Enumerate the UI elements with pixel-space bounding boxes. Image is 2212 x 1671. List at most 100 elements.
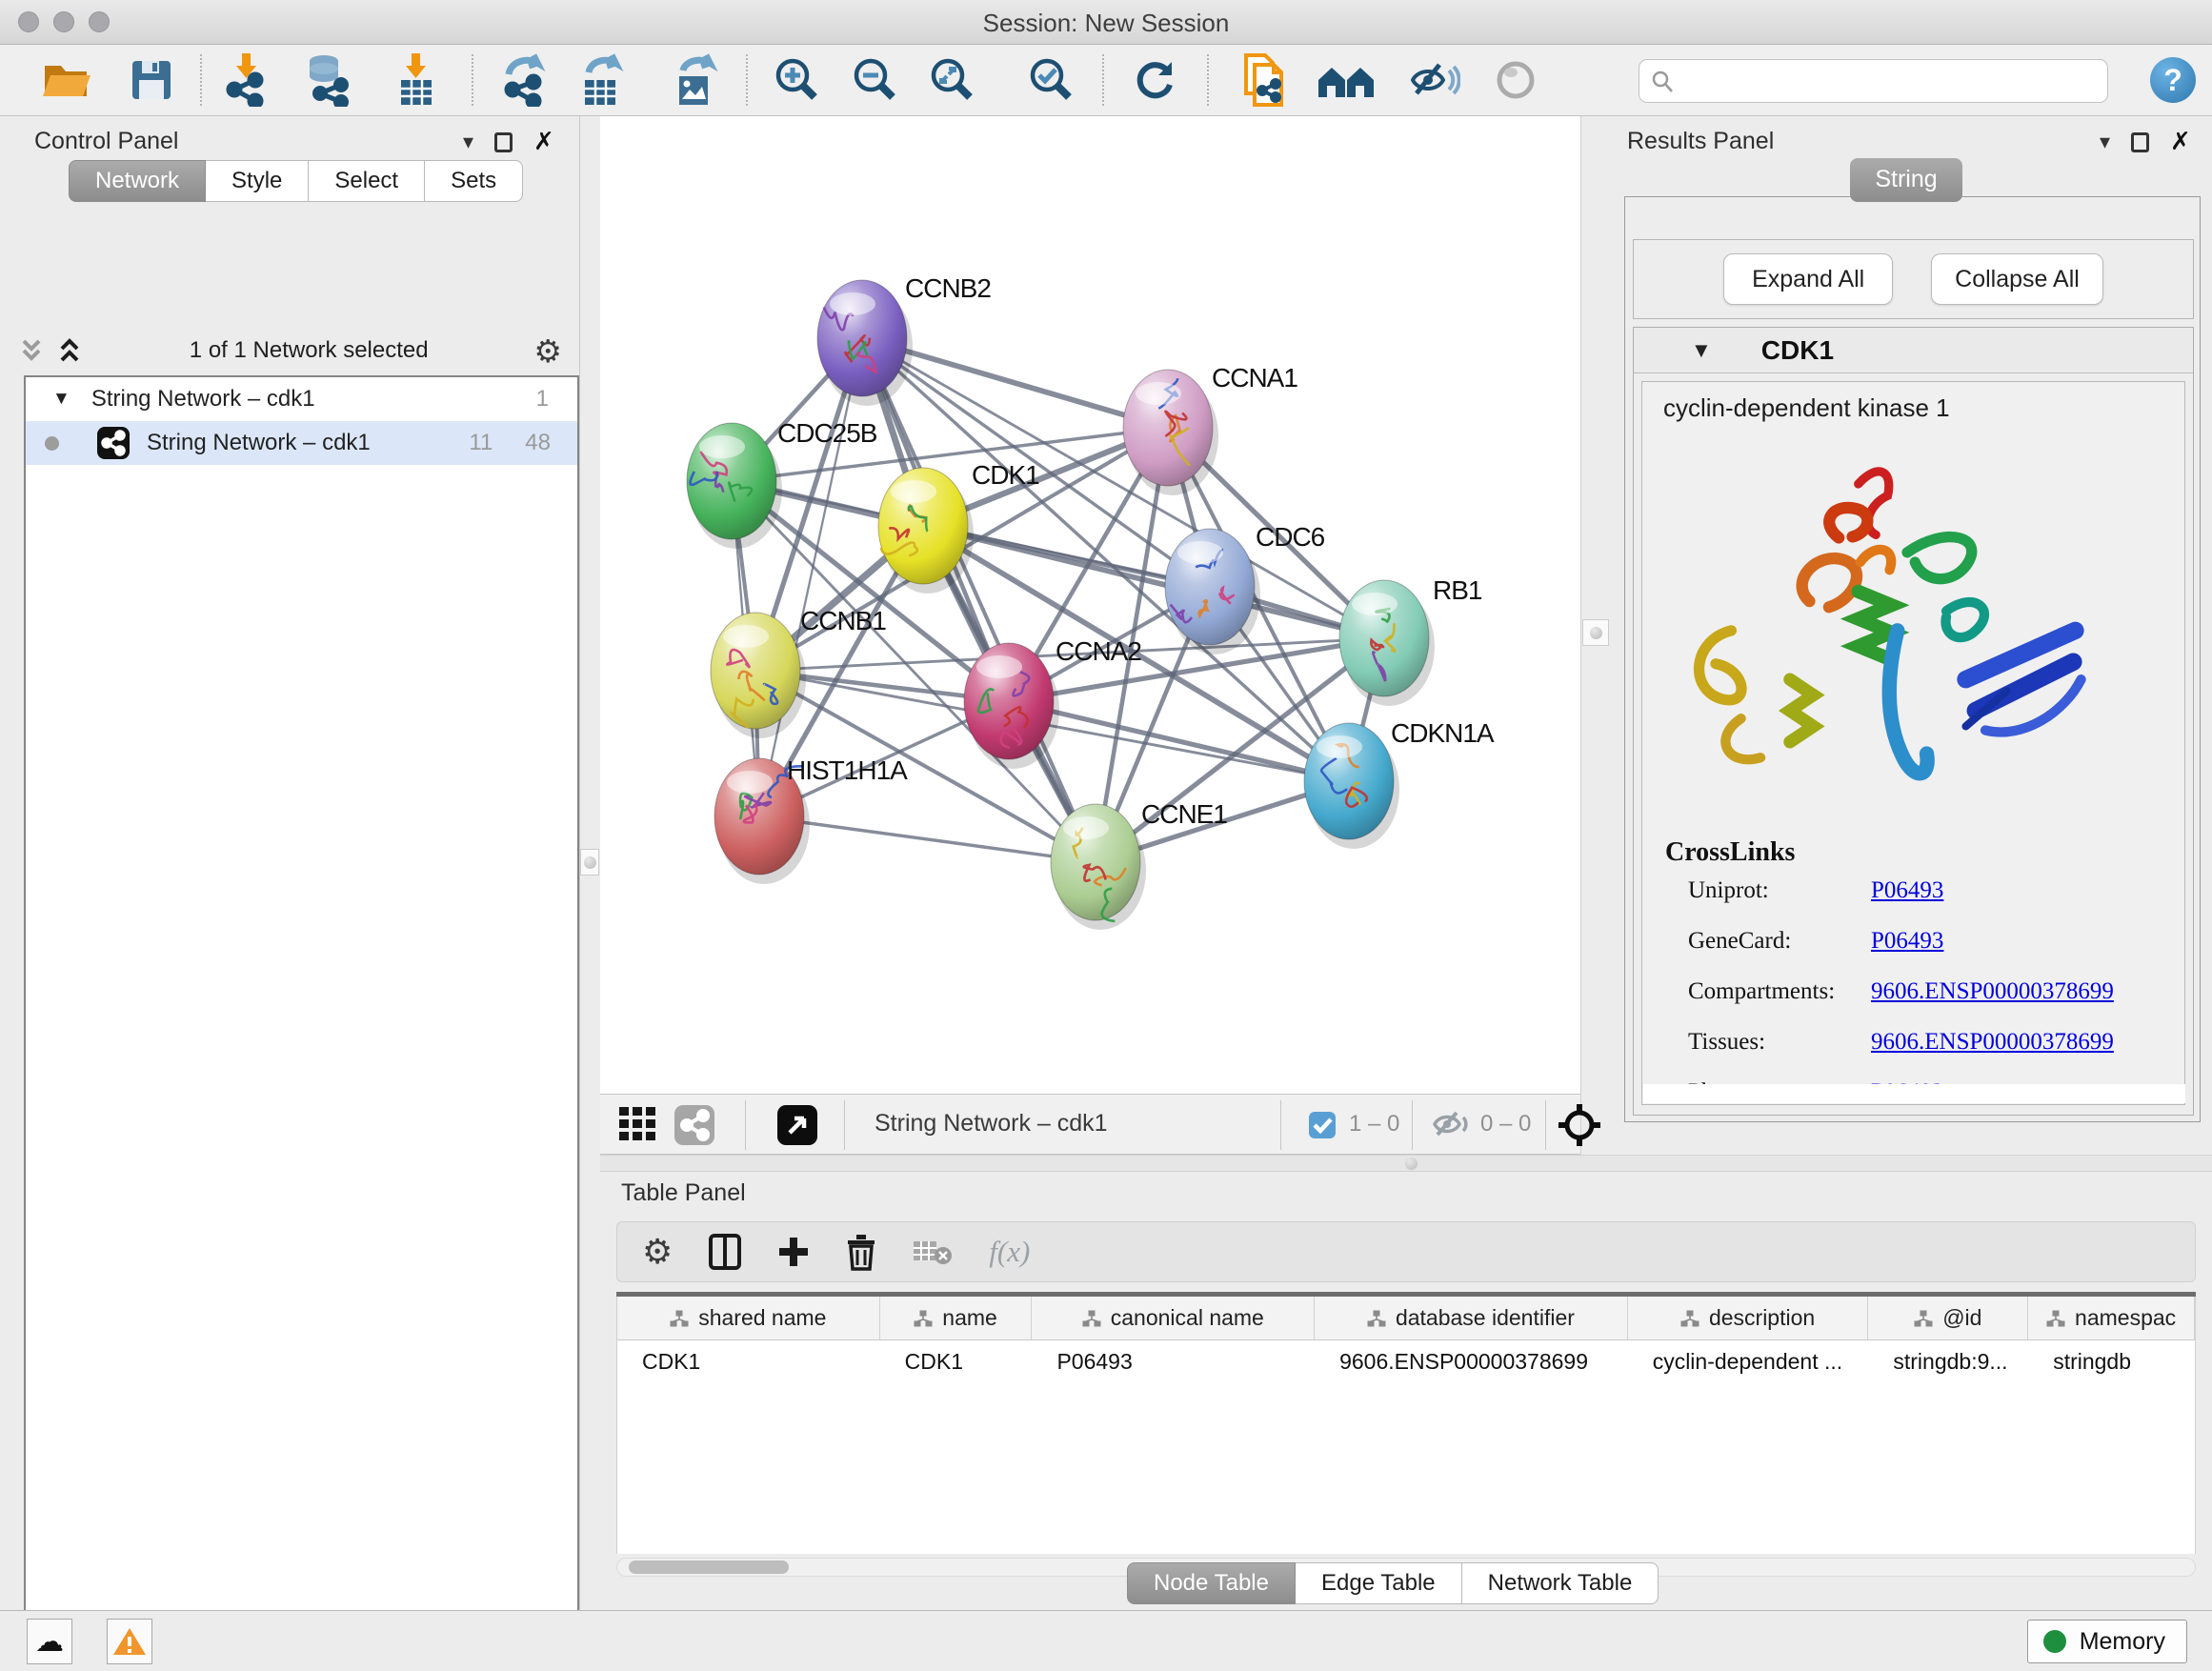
column-header-shared-name[interactable]: shared name — [617, 1297, 880, 1339]
gear-icon[interactable]: ⚙ — [533, 332, 562, 370]
tab-edge-table[interactable]: Edge Table — [1296, 1562, 1462, 1604]
import-table-file-button[interactable] — [395, 53, 437, 107]
table-cell[interactable]: CDK1 — [880, 1349, 1033, 1375]
crosslink-link[interactable]: 9606.ENSP00000378699 — [1871, 978, 2114, 1005]
show-columns-icon[interactable] — [709, 1233, 741, 1271]
network-collection-row[interactable]: ▼ String Network – cdk1 1 — [26, 377, 577, 421]
delete-column-trash-icon[interactable] — [846, 1233, 876, 1271]
tab-network-table[interactable]: Network Table — [1462, 1562, 1659, 1604]
import-network-file-button[interactable] — [223, 53, 271, 107]
column-header-database-identifier[interactable]: database identifier — [1315, 1297, 1628, 1339]
table-cell[interactable]: stringdb:9... — [1868, 1349, 2028, 1375]
protein-section-header[interactable]: ▼ CDK1 — [1634, 328, 2193, 373]
node-label: HIST1H1A — [787, 755, 908, 785]
network-node[interactable] — [878, 468, 974, 594]
birds-eye-grid-icon[interactable] — [619, 1107, 657, 1143]
import-network-database-button[interactable] — [303, 53, 352, 107]
fit-selected-crosshair-icon[interactable] — [1558, 1104, 1600, 1146]
new-network-from-selection-button[interactable] — [1241, 52, 1289, 108]
network-row[interactable]: String Network – cdk1 11 48 — [26, 421, 577, 465]
toolbar-separator — [746, 54, 748, 106]
selected-checkbox[interactable] — [1309, 1112, 1336, 1138]
column-header-@id[interactable]: @id — [1868, 1297, 2028, 1339]
crosslink-label: Compartments: — [1688, 978, 1835, 1005]
column-header-description[interactable]: description — [1628, 1297, 1869, 1339]
protein-structure-image — [1669, 445, 2145, 826]
function-builder-icon[interactable]: f(x) — [989, 1235, 1030, 1269]
collection-expand-icon[interactable]: ▼ — [52, 389, 70, 410]
section-collapse-icon[interactable]: ▼ — [1691, 338, 1712, 363]
splitter-grip[interactable] — [1582, 619, 1609, 646]
zoom-selected-button[interactable] — [1027, 55, 1076, 105]
hide-selection-button[interactable] — [1407, 57, 1460, 103]
column-header-canonical-name[interactable]: canonical name — [1032, 1297, 1315, 1339]
refresh-layout-button[interactable] — [1132, 56, 1179, 104]
collapse-all-chevron-icon[interactable] — [55, 337, 84, 364]
panel-collapse-icon[interactable]: ▾ — [463, 130, 473, 154]
network-node[interactable] — [1339, 580, 1435, 706]
expand-all-chevron-icon[interactable] — [17, 337, 46, 364]
first-neighbors-button[interactable] — [1317, 59, 1376, 101]
column-header-namespac[interactable]: namespac — [2028, 1297, 2195, 1339]
memory-button[interactable]: Memory — [2027, 1620, 2187, 1663]
crosslink-link[interactable]: P06493 — [1871, 928, 1943, 955]
network-tree-header: 1 of 1 Network selected ⚙ — [17, 330, 562, 372]
search-box — [1639, 59, 2108, 103]
network-view-toolbar: String Network – cdk1 1 – 0 0 – 0 — [600, 1094, 1580, 1155]
open-in-new-window-icon[interactable] — [777, 1105, 817, 1145]
scrollbar-thumb[interactable] — [629, 1560, 789, 1574]
network-node[interactable] — [1304, 723, 1399, 849]
delete-table-icon[interactable] — [913, 1238, 953, 1266]
cloud-button[interactable]: ☁ — [27, 1619, 72, 1664]
zoom-out-button[interactable] — [851, 55, 900, 105]
collapse-all-button[interactable]: Collapse All — [1931, 253, 2103, 305]
tab-sets[interactable]: Sets — [425, 160, 523, 202]
panel-collapse-icon[interactable]: ▾ — [2100, 130, 2110, 154]
table-cell[interactable]: 9606.ENSP00000378699 — [1315, 1349, 1628, 1375]
network-node[interactable] — [1051, 804, 1146, 930]
table-row[interactable]: CDK1CDK1P064939606.ENSP00000378699cyclin… — [617, 1340, 2195, 1382]
export-network-button[interactable] — [501, 53, 551, 107]
tab-network[interactable]: Network — [69, 160, 206, 202]
save-session-button[interactable] — [130, 58, 173, 102]
panel-close-icon[interactable]: ✗ — [2170, 128, 2191, 156]
help-icon[interactable]: ? — [2150, 57, 2196, 103]
expand-all-button[interactable]: Expand All — [1723, 253, 1893, 305]
panel-close-icon[interactable]: ✗ — [533, 128, 554, 156]
table-cell[interactable]: CDK1 — [617, 1349, 880, 1375]
network-canvas[interactable]: CCNB2CCNA1CDC25BCDK1CDC6RB1CCNB1CCNA2CDK… — [600, 116, 1580, 1094]
zoom-fit-button[interactable] — [928, 55, 977, 105]
table-cell[interactable]: stringdb — [2028, 1349, 2195, 1375]
search-input[interactable] — [1681, 62, 2101, 100]
horizontal-splitter[interactable] — [600, 1155, 2212, 1172]
zoom-in-button[interactable] — [773, 55, 822, 105]
string-view-icon[interactable] — [674, 1105, 714, 1145]
crosslink-link[interactable]: 9606.ENSP00000378699 — [1871, 1029, 2114, 1056]
crosslink-link[interactable]: P06493 — [1871, 877, 1943, 904]
network-node[interactable] — [817, 280, 913, 406]
toolbar-separator — [200, 54, 202, 106]
tab-select[interactable]: Select — [309, 160, 425, 202]
tab-style[interactable]: Style — [206, 160, 309, 202]
tab-node-table[interactable]: Node Table — [1127, 1562, 1296, 1604]
open-session-button[interactable] — [41, 58, 92, 102]
export-table-button[interactable] — [579, 53, 627, 107]
panel-float-icon[interactable] — [2131, 132, 2149, 152]
column-header-name[interactable]: name — [880, 1297, 1033, 1339]
splitter-grip[interactable] — [580, 849, 599, 876]
node-table[interactable]: shared namenamecanonical namedatabase id… — [616, 1297, 2196, 1554]
panel-float-icon[interactable] — [494, 132, 513, 152]
table-settings-gear-icon[interactable]: ⚙ — [642, 1233, 673, 1272]
table-cell[interactable]: cyclin-dependent ... — [1628, 1349, 1869, 1375]
show-all-button[interactable] — [1494, 58, 1538, 102]
table-cell[interactable]: P06493 — [1032, 1349, 1315, 1375]
network-edge[interactable] — [759, 338, 862, 816]
add-column-icon[interactable] — [777, 1236, 810, 1268]
network-edge[interactable] — [1009, 701, 1349, 781]
network-node[interactable] — [1165, 529, 1260, 654]
export-image-button[interactable] — [672, 53, 719, 107]
network-node[interactable] — [964, 643, 1059, 769]
network-node[interactable] — [711, 613, 806, 738]
tab-string[interactable]: String — [1850, 158, 1962, 202]
warning-button[interactable] — [107, 1619, 152, 1664]
